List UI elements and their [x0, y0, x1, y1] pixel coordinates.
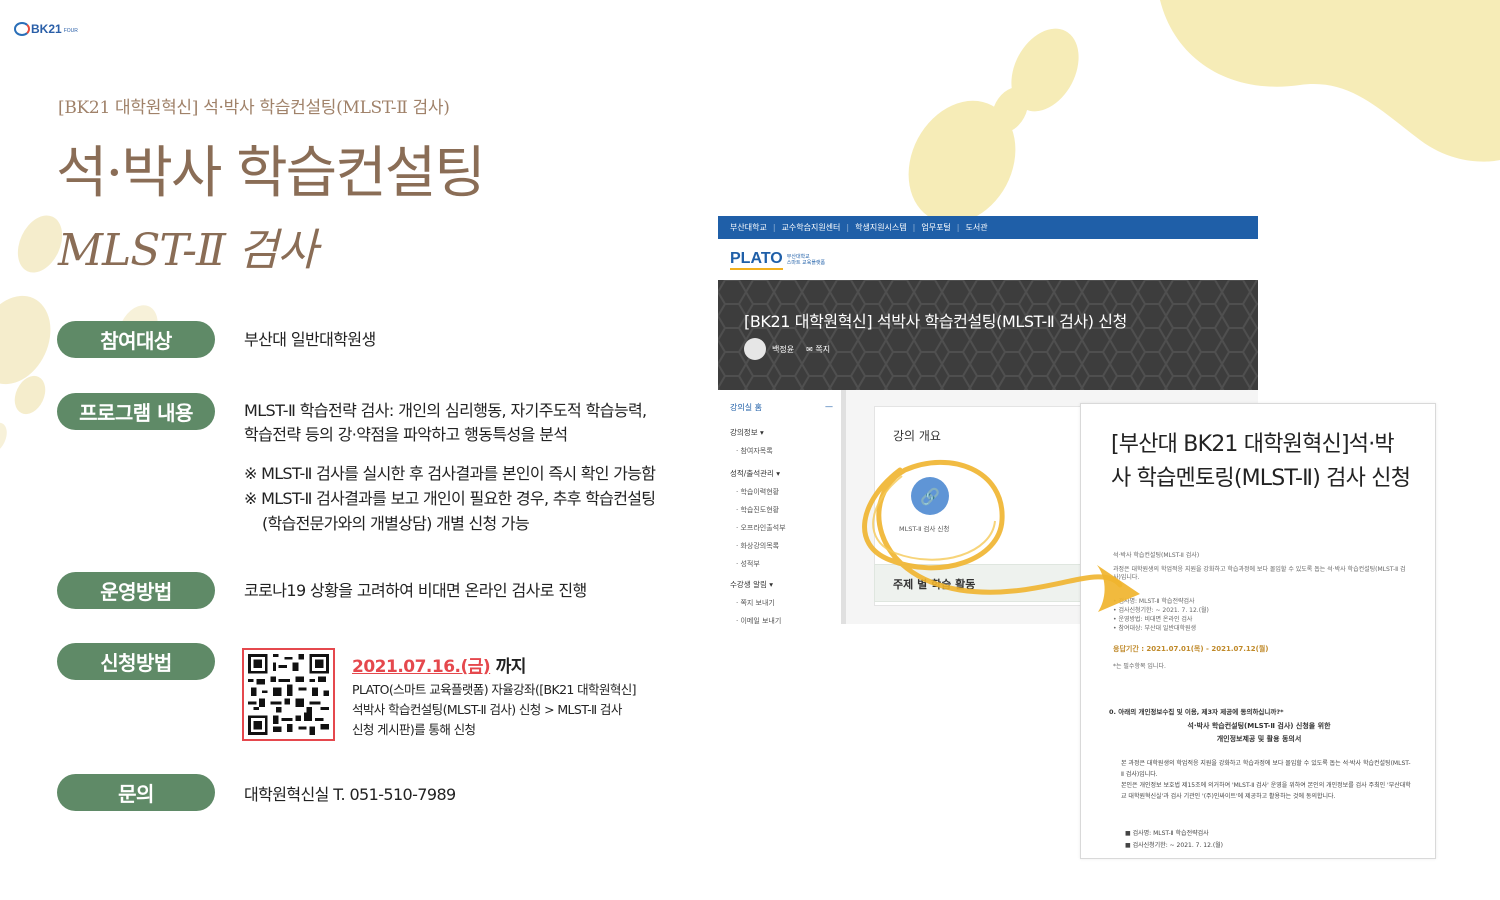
link-icon[interactable]: 🔗	[911, 477, 949, 515]
yellow-oval-2	[1011, 28, 1079, 112]
method-text: 코로나19 상황을 고려하여 비대면 온라인 검사로 진행	[244, 581, 587, 600]
form-text: • 검사신청기한: ~ 2021. 7. 12.(월)	[1113, 607, 1209, 614]
apply-line-2: 석박사 학습컨설팅(MLST-Ⅱ 검사) 신청 > MLST-Ⅱ 검사	[352, 702, 622, 717]
qr-code-image	[248, 654, 329, 735]
page-subtitle: [BK21 대학원혁신] 석·박사 학습컨설팅(MLST-Ⅱ 검사)	[58, 98, 450, 118]
form-consent-title-2: 개인정보제공 및 활용 동의서	[1216, 735, 1302, 743]
nav-item[interactable]: 교수학습지원센터	[782, 222, 841, 233]
sidebar-item[interactable]: · 성적부	[730, 559, 841, 569]
apply-deadline: 2021.07.16.(금) 까지	[352, 652, 526, 677]
label-contact: 문의	[57, 774, 215, 811]
sidebar-item[interactable]: · 학습이력현황	[730, 487, 841, 497]
form-title: [부산대 BK21 대학원혁신]석·박사 학습멘토링(MLST-Ⅱ) 검사 신청	[1111, 432, 1411, 491]
label-program: 프로그램 내용	[57, 393, 215, 430]
form-text: 과정은 대학원생의 학업적응 지원을 강화하고 학습과정에 보다 몰입할 수 있…	[1113, 566, 1406, 581]
logo-icon	[14, 22, 30, 36]
form-text: • 검사명: MLST-Ⅱ 학습전략검사	[1113, 598, 1195, 605]
sidebar-group[interactable]: 강의정보 ▾	[730, 427, 841, 438]
yellow-blob-top-right	[1160, 0, 1500, 162]
logo-small-text: FOUR	[63, 28, 78, 34]
yellow-blob-right-ring	[1395, 0, 1500, 48]
application-form-preview: [부산대 BK21 대학원혁신]석·박사 학습멘토링(MLST-Ⅱ) 검사 신청…	[1080, 403, 1436, 859]
sidebar-group[interactable]: 수강생 알림 ▾	[730, 579, 841, 590]
label-method: 운영방법	[57, 572, 215, 609]
program-line-1: MLST-Ⅱ 학습전략 검사: 개인의 심리행동, 자기주도적 학습능력,	[244, 401, 647, 420]
form-text: 석·박사 학습컨설팅(MLST-Ⅱ 검사)	[1113, 552, 1200, 559]
nav-item[interactable]: 학생지원시스템	[855, 222, 907, 233]
nav-item[interactable]: 도서관	[966, 222, 988, 233]
plato-logo[interactable]: PLATO	[730, 250, 783, 270]
form-consent-para-1: 본 과정은 대학원생의 학업적응 지원을 강화하고 학습과정에 보다 몰입할 수…	[1121, 760, 1411, 778]
course-title: [BK21 대학원혁신] 석박사 학습컨설팅(MLST-Ⅱ 검사) 신청	[744, 312, 1127, 331]
left-oval-3	[14, 375, 46, 415]
logo-text: BK21	[31, 22, 62, 36]
nav-item[interactable]: 부산대학교	[730, 222, 767, 233]
message-link[interactable]: ✉ 쪽지	[806, 344, 830, 355]
form-consent-body: 본 과정은 대학원생의 학업적응 지원을 강화하고 학습과정에 보다 몰입할 수…	[1121, 758, 1411, 802]
label-apply: 신청방법	[57, 643, 215, 680]
program-notes: ※ MLST-Ⅱ 검사를 실시한 후 검사결과를 본인이 즉시 확인 가능함 ※…	[244, 461, 656, 536]
target-text: 부산대 일반대학원생	[244, 330, 376, 349]
label-target: 참여대상	[57, 321, 215, 358]
apply-description: PLATO(스마트 교육플랫폼) 자율강좌([BK21 대학원혁신] 석박사 학…	[352, 680, 652, 740]
left-oval-1	[0, 295, 51, 385]
page-title: 석·박사 학습컨설팅	[56, 141, 486, 206]
sidebar-item[interactable]: · 이메일 보내기	[730, 616, 841, 624]
form-consent-para-2: 본인은 개인정보 보호법 제15조에 의거하여 'MLST-Ⅱ 검사' 운영을 …	[1121, 782, 1411, 800]
topic-panel: 주제 별 학습 활동	[874, 564, 1084, 602]
form-agree-question: 0. 아래의 개인정보수집 및 이용, 제3자 제공에 동의하십니까?*	[1109, 708, 1284, 716]
program-note-2-cont: (학습전문가와의 개별상담) 개별 신청 가능	[262, 514, 530, 533]
banner-pattern	[718, 280, 1258, 390]
panel-link-label[interactable]: MLST-Ⅱ 검사 신청	[899, 523, 949, 533]
deadline-date: 2021.07.16.(금)	[352, 657, 491, 677]
topic-panel-title: 주제 별 학습 활동	[893, 578, 976, 591]
form-consent-title-1: 석·박사 학습컨설팅(MLST-Ⅱ 검사) 신청을 위한	[1187, 722, 1331, 730]
program-note-1: ※ MLST-Ⅱ 검사를 실시한 후 검사결과를 본인이 즉시 확인 가능함	[244, 464, 656, 483]
yellow-oval-3	[991, 87, 1029, 133]
sidebar-item[interactable]: · 학습진도현황	[730, 505, 841, 515]
form-required: *는 필수항목 입니다.	[1113, 663, 1166, 670]
panel-title: 강의 개요	[893, 429, 941, 443]
form-text: • 참여대상: 부산대 일반대학원생	[1113, 625, 1197, 632]
sidebar-item[interactable]: · 오프라인출석부	[730, 523, 841, 533]
sidebar-home[interactable]: 강의실 홈 —	[730, 402, 841, 413]
sidebar-group[interactable]: 성적/출석관리 ▾	[730, 468, 841, 479]
sidebar-item[interactable]: · 쪽지 보내기	[730, 598, 841, 608]
form-bullet: ■ 검사명: MLST-Ⅱ 학습전략검사	[1125, 830, 1209, 837]
course-user: 백정윤 ✉ 쪽지	[744, 338, 830, 360]
deadline-until: 까지	[490, 657, 527, 677]
plato-top-nav: 부산대학교 | 교수학습지원센터 | 학생지원시스템 | 업무포털 | 도서관	[718, 216, 1258, 239]
apply-line-3: 신청 게시판)를 통해 신청	[352, 722, 476, 737]
sidebar-item[interactable]: · 화상강의목록	[730, 541, 841, 551]
form-text: • 운영방법: 비대면 온라인 검사	[1113, 616, 1193, 623]
avatar	[744, 338, 766, 360]
program-note-2: ※ MLST-Ⅱ 검사결과를 보고 개인이 필요한 경우, 추후 학습컨설팅	[244, 489, 656, 508]
apply-line-1: PLATO(스마트 교육플랫폼) 자율강좌([BK21 대학원혁신]	[352, 682, 637, 697]
form-bullet: ■ 검사신청기한: ~ 2021. 7. 12.(월)	[1125, 842, 1224, 849]
left-oval-5	[0, 422, 7, 453]
nav-item[interactable]: 업무포털	[921, 222, 950, 233]
bk21-logo: BK21 FOUR	[14, 22, 78, 36]
program-line-2: 학습전략 등의 강·약점을 파악하고 행동특성을 분석	[244, 425, 568, 444]
contact-text: 대학원혁신실 T. 051-510-7989	[244, 785, 456, 804]
form-bullets: ■ 검사명: MLST-Ⅱ 학습전략검사 ■ 검사신청기한: ~ 2021. 7…	[1125, 828, 1223, 852]
plato-logo-sub: 부산대학교 스마트 교육플랫폼	[786, 253, 826, 266]
user-name[interactable]: 백정윤	[772, 344, 794, 355]
program-description: MLST-Ⅱ 학습전략 검사: 개인의 심리행동, 자기주도적 학습능력, 학습…	[244, 399, 647, 447]
qr-code[interactable]	[242, 648, 335, 741]
page-title-secondary: MLST-Ⅱ 검사	[58, 225, 318, 276]
course-banner: [BK21 대학원혁신] 석박사 학습컨설팅(MLST-Ⅱ 검사) 신청 백정윤…	[718, 280, 1258, 390]
sidebar-item[interactable]: · 참여자목록	[730, 446, 841, 456]
course-sidebar: 강의실 홈 — 강의정보 ▾ · 참여자목록 성적/출석관리 ▾ · 학습이력현황…	[718, 390, 846, 624]
plato-brand-bar: PLATO 부산대학교 스마트 교육플랫폼	[718, 239, 1258, 280]
form-period: 응답기간 : 2021.07.01(목) - 2021.07.12(월)	[1113, 645, 1269, 653]
